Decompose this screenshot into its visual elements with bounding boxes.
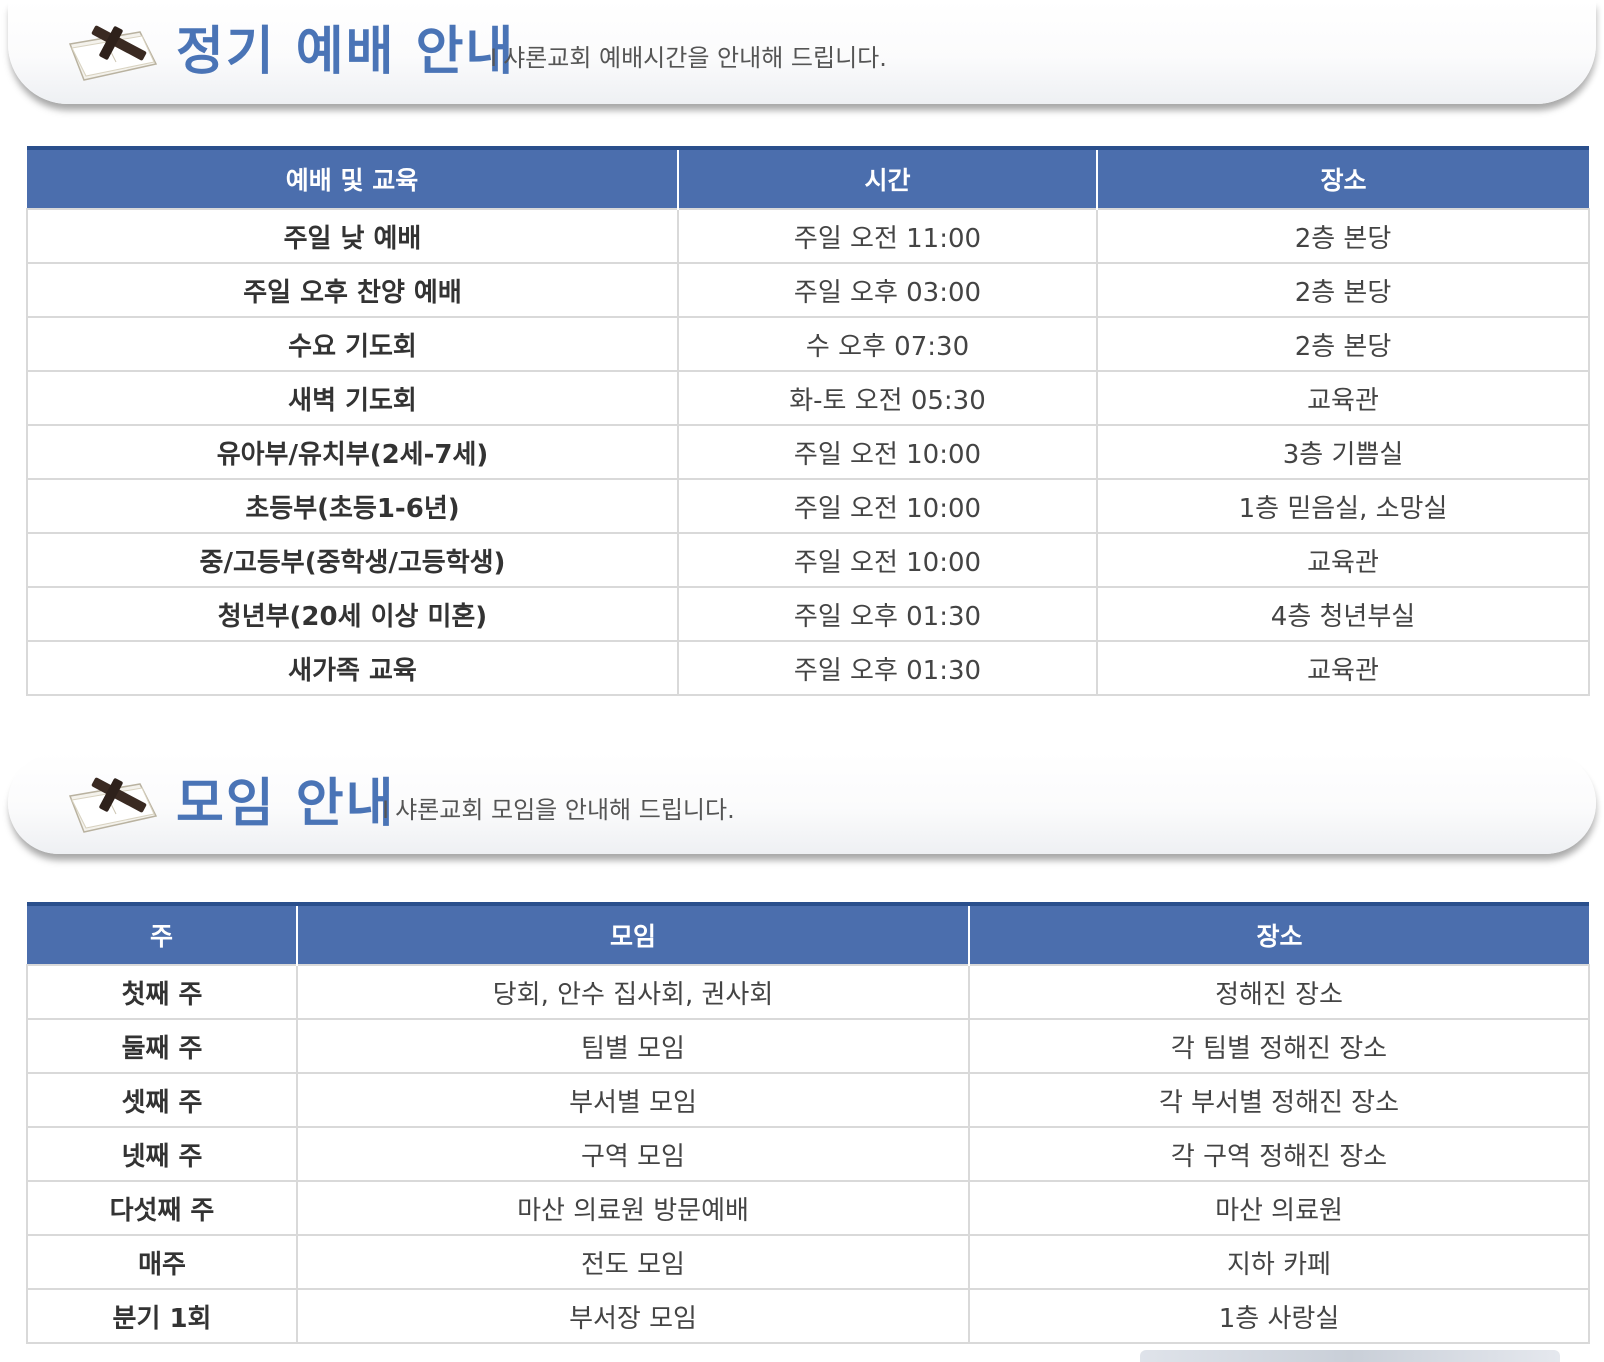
table-row: 수요 기도회 수 오후 07:30 2층 본당 xyxy=(26,316,1590,372)
service-name: 중/고등부(중학생/고등학생) xyxy=(26,532,679,588)
meeting-week: 둘째 주 xyxy=(26,1018,298,1074)
meeting-place: 각 부서별 정해진 장소 xyxy=(968,1072,1590,1128)
table-header-row: 예배 및 교육 시간 장소 xyxy=(27,148,1589,209)
table-row: 셋째 주 부서별 모임 각 부서별 정해진 장소 xyxy=(26,1072,1590,1128)
service-name: 수요 기도회 xyxy=(26,316,679,372)
meeting-place: 지하 카페 xyxy=(968,1234,1590,1290)
meeting-place: 마산 의료원 xyxy=(968,1180,1590,1236)
service-name: 유아부/유치부(2세-7세) xyxy=(26,424,679,480)
meeting-place: 1층 사랑실 xyxy=(968,1288,1590,1344)
table-row: 초등부(초등1-6년) 주일 오전 10:00 1층 믿음실, 소망실 xyxy=(26,478,1590,534)
title-separator: I xyxy=(382,796,390,824)
meeting-place: 각 팀별 정해진 장소 xyxy=(968,1018,1590,1074)
footer-decoration xyxy=(1140,1350,1560,1362)
table-row: 첫째 주 당회, 안수 집사회, 권사회 정해진 장소 xyxy=(26,964,1590,1020)
meeting-name: 팀별 모임 xyxy=(296,1018,970,1074)
service-time: 수 오후 07:30 xyxy=(677,316,1098,372)
service-place: 1층 믿음실, 소망실 xyxy=(1096,478,1590,534)
worship-section-banner: 정기 예배 안내 I 샤론교회 예배시간을 안내해 드립니다. xyxy=(8,0,1596,104)
table-row: 넷째 주 구역 모임 각 구역 정해진 장소 xyxy=(26,1126,1590,1182)
meeting-section-subtitle: I 샤론교회 모임을 안내해 드립니다. xyxy=(382,792,735,828)
column-header-week: 주 xyxy=(27,904,297,965)
service-name: 청년부(20세 이상 미혼) xyxy=(26,586,679,642)
table-row: 새가족 교육 주일 오후 01:30 교육관 xyxy=(26,640,1590,696)
service-place: 3층 기쁨실 xyxy=(1096,424,1590,480)
table-row: 둘째 주 팀별 모임 각 팀별 정해진 장소 xyxy=(26,1018,1590,1074)
column-header-place: 장소 xyxy=(1096,148,1589,209)
meeting-name: 구역 모임 xyxy=(296,1126,970,1182)
meeting-place: 정해진 장소 xyxy=(968,964,1590,1020)
service-place: 교육관 xyxy=(1096,370,1590,426)
service-time: 주일 오전 10:00 xyxy=(677,478,1098,534)
table-row: 다섯째 주 마산 의료원 방문예배 마산 의료원 xyxy=(26,1180,1590,1236)
meeting-week: 셋째 주 xyxy=(26,1072,298,1128)
meeting-week: 매주 xyxy=(26,1234,298,1290)
table-row: 주일 오후 찬양 예배 주일 오후 03:00 2층 본당 xyxy=(26,262,1590,318)
meeting-name: 부서별 모임 xyxy=(296,1072,970,1128)
meeting-section-banner: 모임 안내 I 샤론교회 모임을 안내해 드립니다. xyxy=(8,752,1596,854)
table-row: 유아부/유치부(2세-7세) 주일 오전 10:00 3층 기쁨실 xyxy=(26,424,1590,480)
table-row: 분기 1회 부서장 모임 1층 사랑실 xyxy=(26,1288,1590,1344)
service-place: 교육관 xyxy=(1096,640,1590,696)
service-name: 주일 낮 예배 xyxy=(26,208,679,264)
service-place: 2층 본당 xyxy=(1096,208,1590,264)
worship-section-title: 정기 예배 안내 xyxy=(176,22,516,82)
title-separator: I xyxy=(490,44,498,72)
service-time: 주일 오전 11:00 xyxy=(677,208,1098,264)
service-place: 2층 본당 xyxy=(1096,316,1590,372)
subtitle-text: 샤론교회 예배시간을 안내해 드립니다. xyxy=(503,44,887,72)
table-row: 새벽 기도회 화-토 오전 05:30 교육관 xyxy=(26,370,1590,426)
worship-schedule-table: 예배 및 교육 시간 장소 주일 낮 예배 주일 오전 11:00 2층 본당 … xyxy=(26,146,1590,696)
table-row: 주일 낮 예배 주일 오전 11:00 2층 본당 xyxy=(26,208,1590,264)
table-header-row: 주 모임 장소 xyxy=(27,904,1589,965)
service-place: 교육관 xyxy=(1096,532,1590,588)
meeting-name: 마산 의료원 방문예배 xyxy=(296,1180,970,1236)
service-time: 주일 오후 01:30 xyxy=(677,586,1098,642)
meeting-name: 전도 모임 xyxy=(296,1234,970,1290)
meeting-name: 부서장 모임 xyxy=(296,1288,970,1344)
table-row: 청년부(20세 이상 미혼) 주일 오후 01:30 4층 청년부실 xyxy=(26,586,1590,642)
meeting-week: 넷째 주 xyxy=(26,1126,298,1182)
service-time: 주일 오후 01:30 xyxy=(677,640,1098,696)
subtitle-text: 샤론교회 모임을 안내해 드립니다. xyxy=(395,796,735,824)
service-name: 주일 오후 찬양 예배 xyxy=(26,262,679,318)
column-header-service: 예배 및 교육 xyxy=(27,148,678,209)
service-time: 주일 오전 10:00 xyxy=(677,424,1098,480)
service-name: 새벽 기도회 xyxy=(26,370,679,426)
column-header-meeting: 모임 xyxy=(296,904,969,965)
meeting-schedule-table: 주 모임 장소 첫째 주 당회, 안수 집사회, 권사회 정해진 장소 둘째 주… xyxy=(26,902,1590,1344)
meeting-name: 당회, 안수 집사회, 권사회 xyxy=(296,964,970,1020)
service-place: 2층 본당 xyxy=(1096,262,1590,318)
meeting-week: 첫째 주 xyxy=(26,964,298,1020)
column-header-time: 시간 xyxy=(677,148,1097,209)
service-time: 주일 오전 10:00 xyxy=(677,532,1098,588)
table-row: 매주 전도 모임 지하 카페 xyxy=(26,1234,1590,1290)
service-place: 4층 청년부실 xyxy=(1096,586,1590,642)
column-header-place: 장소 xyxy=(968,904,1589,965)
bible-cross-icon xyxy=(68,777,158,833)
service-time: 화-토 오전 05:30 xyxy=(677,370,1098,426)
meeting-week: 분기 1회 xyxy=(26,1288,298,1344)
service-time: 주일 오후 03:00 xyxy=(677,262,1098,318)
worship-section-subtitle: I 샤론교회 예배시간을 안내해 드립니다. xyxy=(490,40,887,76)
bible-cross-icon xyxy=(68,25,158,81)
table-row: 중/고등부(중학생/고등학생) 주일 오전 10:00 교육관 xyxy=(26,532,1590,588)
service-name: 초등부(초등1-6년) xyxy=(26,478,679,534)
meeting-place: 각 구역 정해진 장소 xyxy=(968,1126,1590,1182)
meeting-week: 다섯째 주 xyxy=(26,1180,298,1236)
service-name: 새가족 교육 xyxy=(26,640,679,696)
meeting-section-title: 모임 안내 xyxy=(176,774,396,834)
